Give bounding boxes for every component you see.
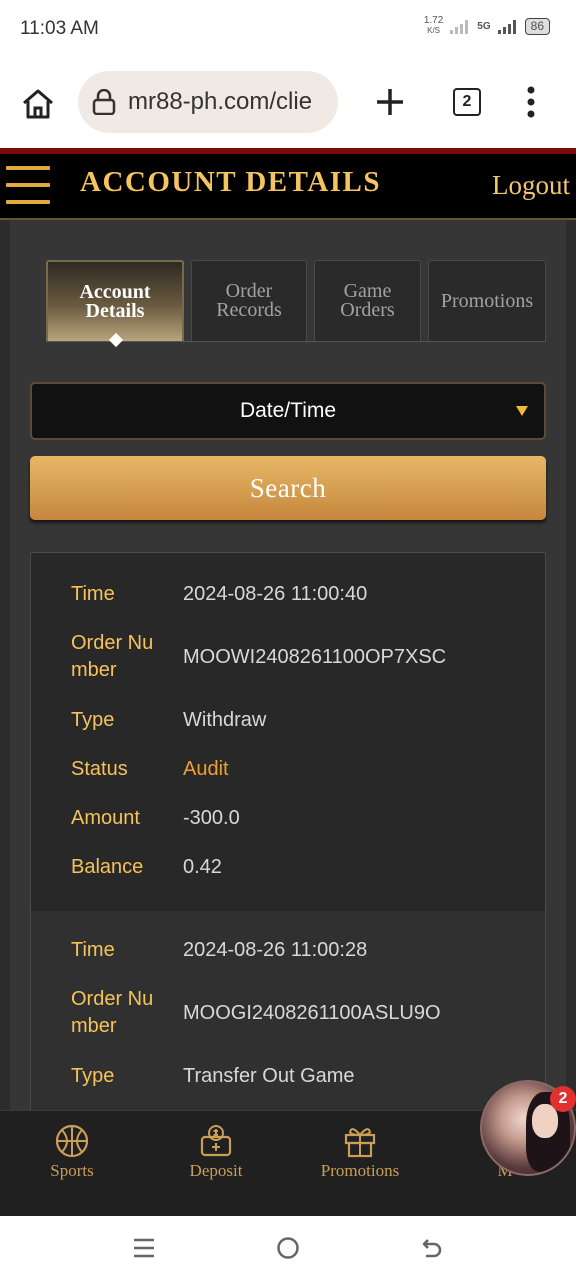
date-time-select-value: Date/Time — [239, 399, 337, 422]
battery-icon: 86 — [524, 17, 550, 35]
dropdown-arrow-icon — [516, 406, 528, 416]
nav-deposit[interactable]: Deposit — [161, 1123, 271, 1181]
basketball-icon — [55, 1124, 89, 1158]
nav-promotions[interactable]: Promotions — [305, 1123, 415, 1181]
record-item: Time 2024-08-26 11:00:28 Order Nu mber MO… — [31, 911, 545, 1110]
content-panel: Account Details Order Records Game Orders P… — [10, 220, 566, 1110]
tab-bar: Account Details Order Records Game Orders P… — [46, 260, 546, 348]
search-button[interactable]: Search — [30, 456, 546, 520]
browser-toolbar: mr88-ph.com/clie 2 — [0, 58, 576, 148]
nav-sports-label: Sports — [50, 1161, 94, 1180]
main-content: Account Details Order Records Game Orders P… — [0, 220, 576, 1110]
value-amount: -300.0 — [183, 807, 240, 829]
tab-promotions[interactable]: Promotions — [428, 260, 546, 341]
tab-account-details[interactable]: Account Details — [46, 260, 184, 348]
value-time: 2024-08-26 11:00:40 — [183, 583, 368, 605]
tab-label: Records — [216, 299, 282, 321]
label-order-number: Order Nu mber — [71, 632, 154, 681]
tab-label: Account — [79, 280, 151, 303]
value-order-number: MOOWI2408261100OP7XSC — [183, 646, 447, 668]
logout-button[interactable]: Logout — [492, 170, 570, 201]
nav-promotions-label: Promotions — [320, 1161, 400, 1180]
deposit-icon — [200, 1125, 232, 1157]
label-order-number: Order Nu mber — [71, 988, 154, 1037]
nav-sports[interactable]: Sports — [17, 1123, 127, 1181]
url-text: mr88-ph.com/clie — [128, 88, 313, 115]
lock-icon — [92, 89, 116, 115]
network-type: 5G — [477, 20, 491, 32]
recent-apps-icon[interactable] — [132, 1236, 156, 1260]
more-vert-icon[interactable] — [520, 86, 542, 118]
label-type: Type — [71, 1065, 115, 1087]
tab-label: Promotions — [440, 289, 534, 312]
label-amount: Amount — [71, 807, 140, 829]
label-time: Time — [71, 583, 115, 605]
home-circle-icon[interactable] — [276, 1236, 300, 1260]
tab-label: Orders — [340, 299, 395, 321]
site-header: ACCOUNT DETAILS Logout — [0, 148, 576, 220]
value-balance: 0.42 — [183, 856, 222, 878]
new-tab-icon[interactable] — [374, 86, 406, 118]
net-speed-unit: K/S — [427, 26, 441, 35]
url-bar[interactable]: mr88-ph.com/clie — [78, 71, 338, 133]
signal-icon-2 — [497, 20, 516, 34]
status-icons: 1.72 K/S 5G 86 — [424, 16, 550, 36]
label-type: Type — [71, 709, 115, 731]
records-list: Time 2024-08-26 11:00:40 Order Nu mber MO… — [30, 552, 546, 1110]
system-nav-bar — [0, 1216, 576, 1280]
value-status: Audit — [183, 758, 229, 780]
status-time: 11:03 AM — [20, 18, 99, 39]
record-item: Time 2024-08-26 11:00:40 Order Nu mber MO… — [31, 553, 545, 911]
nav-deposit-label: Deposit — [189, 1161, 243, 1180]
home-icon[interactable] — [20, 86, 56, 122]
label-balance: Balance — [71, 856, 144, 878]
page-title: ACCOUNT DETAILS — [80, 166, 382, 198]
tab-label: Details — [85, 299, 145, 322]
tab-switcher-button[interactable]: 2 — [453, 88, 481, 116]
tab-order-records[interactable]: Order Records — [191, 260, 307, 341]
value-type: Transfer Out Game — [183, 1065, 355, 1087]
gift-icon — [344, 1128, 376, 1158]
label-time: Time — [71, 939, 115, 961]
status-bar: 11:03 AM 1.72 K/S 5G 86 — [0, 0, 576, 58]
value-order-number: MOOGI2408261100ASLU9O — [183, 1002, 441, 1024]
label-status: Status — [71, 758, 128, 780]
hamburger-menu-icon[interactable] — [6, 166, 50, 208]
value-time: 2024-08-26 11:00:28 — [183, 939, 368, 961]
net-speed-value: 1.72 — [423, 15, 444, 26]
value-type: Withdraw — [183, 709, 267, 731]
back-icon[interactable] — [420, 1236, 444, 1260]
signal-icon — [450, 20, 469, 34]
active-tab-indicator — [108, 332, 124, 348]
date-time-select[interactable]: Date/Time — [30, 382, 546, 440]
tab-game-orders[interactable]: Game Orders — [314, 260, 421, 341]
net-speed: 1.72 K/S — [424, 16, 443, 36]
chat-notification-badge: 2 — [550, 1086, 576, 1112]
